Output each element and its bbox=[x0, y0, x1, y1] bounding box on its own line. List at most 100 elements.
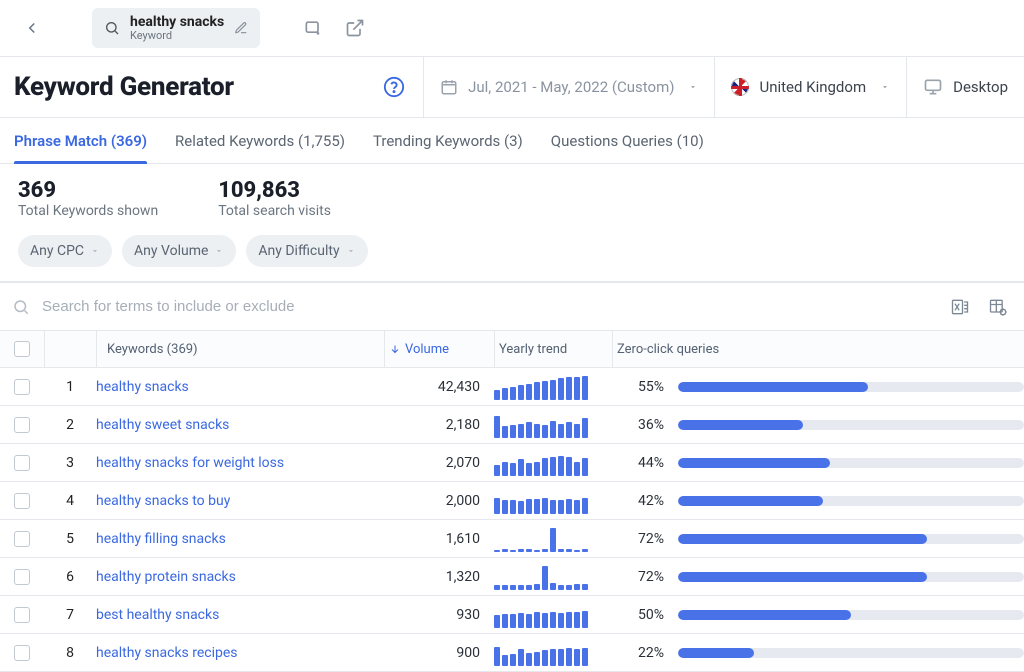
zero-click-cell: 72% bbox=[624, 531, 1024, 547]
zero-click-bar bbox=[678, 648, 1024, 658]
row-index: 1 bbox=[44, 379, 96, 395]
zero-click-bar bbox=[678, 496, 1024, 506]
chevron-down-icon bbox=[880, 82, 890, 92]
date-range-label: Jul, 2021 - May, 2022 (Custom) bbox=[468, 78, 674, 96]
row-volume: 930 bbox=[384, 607, 494, 623]
desktop-icon bbox=[923, 77, 943, 97]
edit-icon[interactable] bbox=[234, 21, 248, 35]
date-range-selector[interactable]: Jul, 2021 - May, 2022 (Custom) bbox=[423, 57, 714, 117]
keyword-link[interactable]: healthy protein snacks bbox=[96, 569, 236, 585]
tab-label: Trending Keywords (3) bbox=[373, 132, 523, 150]
zero-click-pct: 22% bbox=[624, 645, 664, 661]
keyword-chip-term: healthy snacks bbox=[130, 14, 224, 30]
search-input[interactable] bbox=[40, 297, 936, 316]
zero-click-cell: 22% bbox=[624, 645, 1024, 661]
device-selector[interactable]: Desktop bbox=[906, 57, 1024, 117]
sparkline bbox=[494, 488, 594, 514]
col-zero-click[interactable]: Zero-click queries bbox=[617, 342, 719, 357]
col-trend[interactable]: Yearly trend bbox=[499, 342, 567, 357]
filter-cpc[interactable]: Any CPC bbox=[18, 235, 112, 267]
row-checkbox[interactable] bbox=[14, 493, 30, 509]
keyword-link[interactable]: healthy filling snacks bbox=[96, 531, 226, 547]
keyword-link[interactable]: healthy snacks for weight loss bbox=[96, 455, 284, 471]
keyword-chip[interactable]: healthy snacks Keyword bbox=[92, 8, 260, 48]
row-index: 3 bbox=[44, 455, 96, 471]
zero-click-bar bbox=[678, 534, 1024, 544]
search-icon bbox=[12, 298, 30, 316]
zero-click-cell: 50% bbox=[624, 607, 1024, 623]
table-row: 5 healthy filling snacks 1,610 72% bbox=[0, 520, 1024, 558]
row-checkbox[interactable] bbox=[14, 531, 30, 547]
device-label: Desktop bbox=[953, 78, 1008, 96]
country-selector[interactable]: United Kingdom bbox=[714, 57, 906, 117]
keyword-link[interactable]: healthy snacks recipes bbox=[96, 645, 238, 661]
row-checkbox[interactable] bbox=[14, 379, 30, 395]
zero-click-pct: 72% bbox=[624, 569, 664, 585]
stat-label: Total Keywords shown bbox=[18, 203, 158, 219]
keyword-link[interactable]: best healthy snacks bbox=[96, 607, 219, 623]
open-new-button[interactable] bbox=[338, 11, 372, 45]
tab-questions-queries[interactable]: Questions Queries (10) bbox=[551, 118, 704, 163]
arrow-left-icon bbox=[23, 19, 41, 37]
sort-desc-icon bbox=[389, 343, 401, 355]
keyword-link[interactable]: healthy sweet snacks bbox=[96, 417, 229, 433]
back-button[interactable] bbox=[16, 12, 48, 44]
filter-label: Any Difficulty bbox=[258, 243, 339, 259]
zero-click-bar bbox=[678, 572, 1024, 582]
tab-related-keywords[interactable]: Related Keywords (1,755) bbox=[175, 118, 345, 163]
help-icon bbox=[383, 76, 405, 98]
sparkline bbox=[494, 602, 594, 628]
table-row: 1 healthy snacks 42,430 55% bbox=[0, 368, 1024, 406]
tab-trending-keywords[interactable]: Trending Keywords (3) bbox=[373, 118, 523, 163]
row-checkbox[interactable] bbox=[14, 645, 30, 661]
sparkline bbox=[494, 412, 594, 438]
select-all-checkbox[interactable] bbox=[14, 341, 30, 357]
col-volume[interactable]: Volume bbox=[389, 342, 449, 357]
zero-click-pct: 36% bbox=[624, 417, 664, 433]
zero-click-cell: 72% bbox=[624, 569, 1024, 585]
col-keywords[interactable]: Keywords (369) bbox=[101, 342, 198, 357]
keyword-link[interactable]: healthy snacks to buy bbox=[96, 493, 230, 509]
zero-click-bar bbox=[678, 610, 1024, 620]
country-label: United Kingdom bbox=[759, 78, 866, 96]
row-volume: 2,180 bbox=[384, 417, 494, 433]
flag-uk-icon bbox=[731, 78, 749, 96]
tabs: Phrase Match (369) Related Keywords (1,7… bbox=[0, 118, 1024, 164]
row-index: 8 bbox=[44, 645, 96, 661]
row-volume: 42,430 bbox=[384, 379, 494, 395]
table-row: 4 healthy snacks to buy 2,000 42% bbox=[0, 482, 1024, 520]
tab-phrase-match[interactable]: Phrase Match (369) bbox=[14, 118, 147, 163]
help-button[interactable] bbox=[379, 72, 409, 102]
add-tab-button[interactable] bbox=[296, 11, 330, 45]
row-checkbox[interactable] bbox=[14, 569, 30, 585]
keyword-chip-type: Keyword bbox=[130, 30, 224, 43]
keyword-link[interactable]: healthy snacks bbox=[96, 379, 189, 395]
tab-label: Phrase Match (369) bbox=[14, 132, 147, 150]
filter-label: Any Volume bbox=[134, 243, 208, 259]
chevron-down-icon bbox=[90, 246, 100, 256]
zero-click-cell: 44% bbox=[624, 455, 1024, 471]
table-row: 8 healthy snacks recipes 900 22% bbox=[0, 634, 1024, 672]
row-checkbox[interactable] bbox=[14, 607, 30, 623]
row-volume: 2,000 bbox=[384, 493, 494, 509]
zero-click-bar bbox=[678, 420, 1024, 430]
row-index: 5 bbox=[44, 531, 96, 547]
zero-click-pct: 44% bbox=[624, 455, 664, 471]
zero-click-pct: 55% bbox=[624, 379, 664, 395]
export-excel-button[interactable] bbox=[946, 293, 974, 321]
table-settings-icon bbox=[988, 297, 1008, 317]
row-volume: 1,610 bbox=[384, 531, 494, 547]
table-settings-button[interactable] bbox=[984, 293, 1012, 321]
filter-volume[interactable]: Any Volume bbox=[122, 235, 236, 267]
zero-click-cell: 55% bbox=[624, 379, 1024, 395]
add-tab-icon bbox=[303, 18, 323, 38]
sparkline bbox=[494, 526, 594, 552]
filter-difficulty[interactable]: Any Difficulty bbox=[246, 235, 367, 267]
table-row: 3 healthy snacks for weight loss 2,070 4… bbox=[0, 444, 1024, 482]
row-checkbox[interactable] bbox=[14, 455, 30, 471]
row-checkbox[interactable] bbox=[14, 417, 30, 433]
stat-label: Total search visits bbox=[218, 203, 331, 219]
zero-click-cell: 36% bbox=[624, 417, 1024, 433]
table-row: 7 best healthy snacks 930 50% bbox=[0, 596, 1024, 634]
table-row: 6 healthy protein snacks 1,320 72% bbox=[0, 558, 1024, 596]
